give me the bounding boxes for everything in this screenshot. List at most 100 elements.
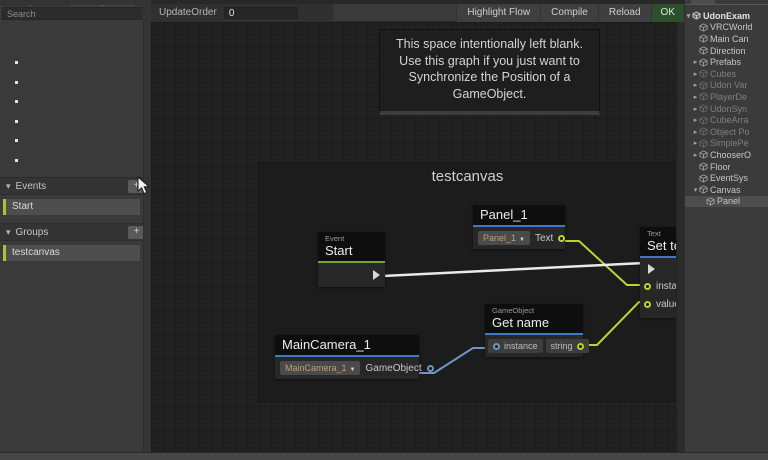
gameobject-cube-icon [699, 127, 708, 136]
sidebar-bullet[interactable] [15, 158, 18, 162]
icon-wrap [699, 127, 708, 136]
group-item-testcanvas[interactable]: testcanvas [3, 245, 140, 261]
sidebar-scrollbar[interactable] [143, 6, 151, 452]
ok-button[interactable]: OK [650, 3, 684, 22]
sidebar-bullet[interactable] [15, 80, 18, 84]
panel1-dropdown[interactable]: Panel_1 ▼ [478, 231, 530, 245]
expand-triangle-icon[interactable]: ▸ [692, 151, 699, 159]
gameobject-cube-icon [699, 116, 708, 125]
node-type-label: Event [325, 234, 345, 243]
sidebar-bullet[interactable] [15, 139, 18, 142]
gameobject-cube-icon [699, 139, 708, 148]
tab-welcome[interactable]: Welcome [0, 5, 70, 6]
events-section-label: Events [15, 180, 47, 192]
icon-wrap [699, 46, 708, 55]
hierarchy-row[interactable]: ▸ CubeArra [685, 114, 768, 126]
hierarchy-row[interactable]: VRCWorld [685, 22, 768, 34]
tab-settings[interactable]: Settings [69, 5, 134, 6]
flow-out-port[interactable] [373, 270, 380, 280]
mouse-cursor [137, 176, 151, 195]
node-panel1-body: Panel_1 ▼ Text [473, 227, 566, 249]
hierarchy-row[interactable]: ▸ Udon Var [685, 80, 768, 92]
node-getname[interactable]: GameObject Get name instance string [485, 304, 589, 357]
gameobject-cube-icon [699, 104, 708, 113]
expand-triangle-icon[interactable]: ▸ [692, 139, 699, 147]
gameobject-cube-icon [699, 69, 708, 78]
instance-in-chip[interactable]: instance [488, 339, 543, 353]
instance-in-port[interactable] [644, 283, 651, 290]
group-title: testcanvas [431, 168, 504, 185]
chevron-down-icon: ▼ [519, 237, 525, 243]
gameobject-cube-icon [699, 23, 708, 32]
expand-triangle-icon[interactable]: ▸ [692, 128, 699, 136]
icon-wrap [699, 92, 708, 102]
hierarchy-row[interactable]: ▸ SimplePe [685, 138, 768, 150]
unity-scene-icon [692, 11, 701, 20]
node-maincamera[interactable]: MainCamera_1 MainCamera_1 ▼ GameObject [275, 335, 434, 379]
hierarchy-row[interactable]: ▸ ChooserO [685, 149, 768, 161]
update-order-group: UpdateOrder 0 [151, 3, 333, 22]
hierarchy-row[interactable]: ▸ PlayerDe [685, 91, 768, 103]
sidebar-bullet[interactable] [15, 61, 18, 64]
hierarchy-row[interactable]: ▾ Canvas [685, 184, 768, 196]
gameobject-cube-icon [699, 185, 708, 194]
events-section-header[interactable]: ▾ Events + [0, 177, 151, 195]
event-item-start[interactable]: Start [3, 199, 140, 215]
node-panel1[interactable]: Panel_1 Panel_1 ▼ Text [473, 205, 566, 249]
hierarchy-row[interactable]: ▸ UdonSyn [685, 103, 768, 115]
icon-wrap [699, 58, 708, 67]
expand-triangle-icon[interactable]: ▸ [692, 70, 699, 78]
value-in-port[interactable] [644, 301, 651, 308]
hierarchy-item-label: CubeArra [710, 115, 749, 126]
expand-triangle-icon[interactable]: ▸ [692, 81, 699, 89]
node-title: Get name [492, 315, 550, 330]
string-out-chip[interactable]: string [545, 339, 589, 353]
node-title: MainCamera_1 [282, 337, 371, 352]
gameobject-cube-icon [699, 174, 708, 183]
search-input[interactable]: Search [2, 7, 142, 20]
string-out-port[interactable] [576, 342, 584, 350]
highlight-flow-button[interactable]: Highlight Flow [456, 3, 541, 22]
hierarchy-row[interactable]: Main Can [685, 33, 768, 45]
flow-in-port[interactable] [648, 264, 655, 274]
icon-wrap [699, 104, 708, 113]
hierarchy-row[interactable]: Panel [685, 195, 768, 208]
node-title: Start [325, 243, 353, 258]
node-maincamera-header: MainCamera_1 [275, 335, 419, 355]
collapse-triangle-icon[interactable]: ▾ [685, 12, 692, 20]
hierarchy-item-label: Direction [710, 45, 746, 56]
icon-wrap [699, 116, 708, 125]
expand-triangle-icon[interactable]: ▸ [692, 93, 699, 101]
chevron-down-icon: ▾ [6, 180, 11, 191]
node-start[interactable]: Event Start [318, 232, 385, 287]
collapse-triangle-icon[interactable]: ▾ [692, 186, 699, 194]
hierarchy-row[interactable]: Floor [685, 161, 768, 173]
hierarchy-item-label: Main Can [710, 33, 749, 44]
hierarchy-item-label: Object Po [710, 126, 750, 137]
expand-triangle-icon[interactable]: ▸ [692, 58, 699, 66]
update-order-input[interactable]: 0 [223, 6, 298, 19]
maincamera-dropdown[interactable]: MainCamera_1 ▼ [280, 361, 361, 375]
groups-section-header[interactable]: ▾ Groups + [0, 223, 151, 241]
icon-wrap [699, 162, 708, 171]
hierarchy-row[interactable]: ▾ UdonExam [685, 10, 768, 22]
sidebar-bullet[interactable] [15, 100, 18, 103]
expand-triangle-icon[interactable]: ▸ [692, 105, 699, 113]
hierarchy-row[interactable]: ▸ Prefabs [685, 56, 768, 68]
icon-wrap [699, 139, 708, 148]
graph-scrollbar[interactable] [676, 22, 684, 452]
sidebar-bullet[interactable] [15, 119, 18, 123]
icon-wrap [699, 23, 708, 32]
hierarchy-row[interactable]: Direction [685, 45, 768, 57]
compile-button[interactable]: Compile [540, 3, 598, 22]
hierarchy-row[interactable]: ▸ Cubes [685, 68, 768, 80]
instance-in-port[interactable] [493, 342, 500, 350]
expand-triangle-icon[interactable]: ▸ [692, 116, 699, 124]
hierarchy-row[interactable]: ▸ Object Po [685, 126, 768, 138]
hierarchy-row[interactable]: EventSys [685, 172, 768, 184]
gameobject-out-port[interactable] [426, 364, 434, 372]
text-out-port[interactable] [558, 234, 566, 242]
reload-button[interactable]: Reload [597, 3, 651, 22]
icon-wrap [699, 69, 708, 78]
gameobject-cube-icon [706, 197, 715, 206]
